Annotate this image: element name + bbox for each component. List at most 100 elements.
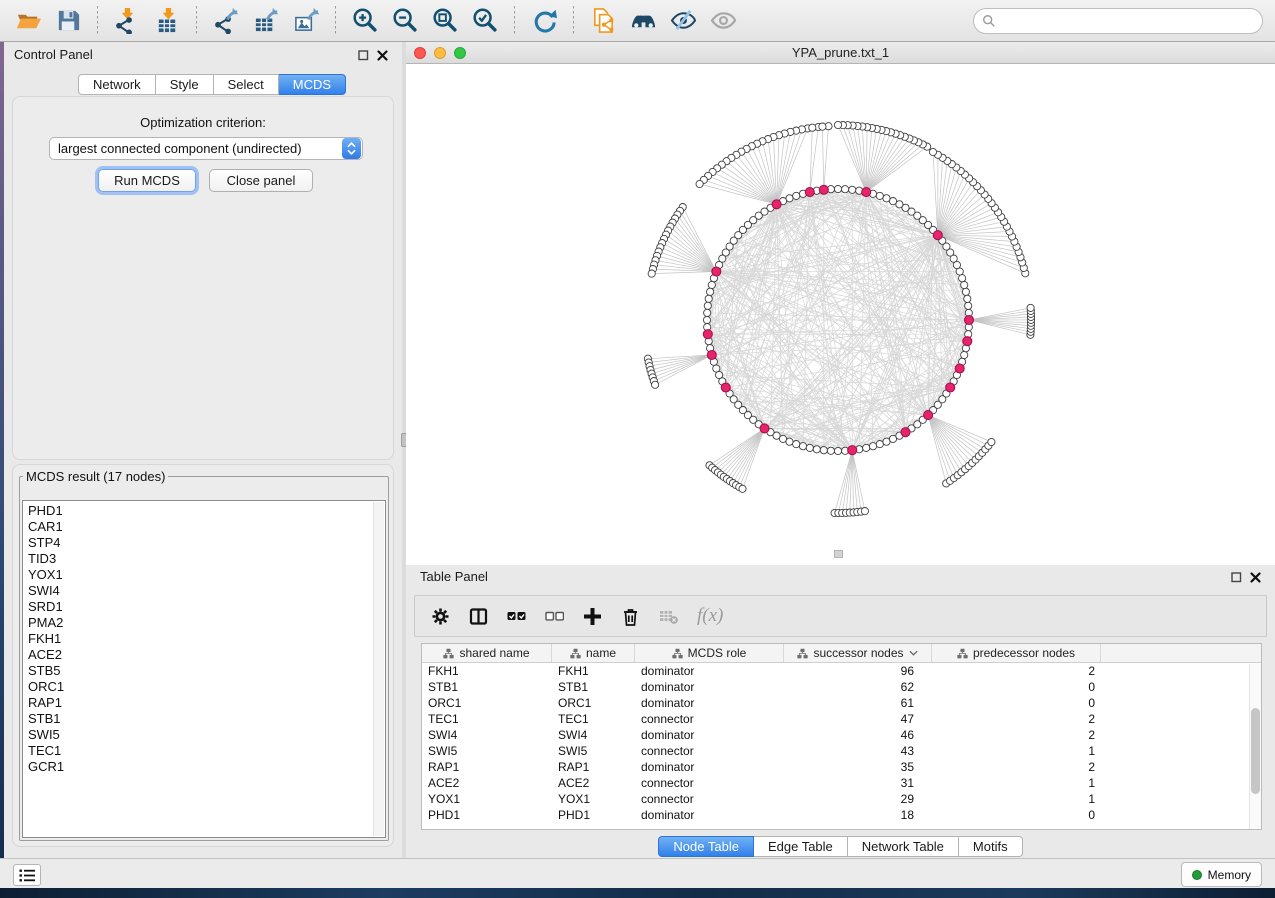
table-row[interactable]: SWI4SWI4dominator462 — [422, 727, 1261, 743]
table-cell[interactable]: 62 — [784, 680, 932, 694]
apply-layout-icon[interactable] — [529, 6, 559, 36]
table-cell[interactable]: dominator — [635, 728, 784, 742]
table-cell[interactable]: 1 — [932, 776, 1101, 790]
mcds-result-item[interactable]: TEC1 — [28, 743, 385, 759]
maximize-window-icon[interactable] — [454, 47, 466, 59]
minimize-window-icon[interactable] — [434, 47, 446, 59]
mcds-result-item[interactable]: PHD1 — [28, 503, 385, 519]
mcds-result-list[interactable]: PHD1CAR1STP4TID3YOX1SWI4SRD1PMA2FKH1ACE2… — [22, 500, 386, 838]
close-table-panel-icon[interactable] — [1250, 572, 1261, 583]
table-cell[interactable]: dominator — [635, 664, 784, 678]
table-cell[interactable]: 35 — [784, 760, 932, 774]
task-history-button[interactable] — [13, 864, 41, 886]
mcds-result-item[interactable]: ACE2 — [28, 647, 385, 663]
table-row[interactable]: YOX1YOX1connector291 — [422, 791, 1261, 807]
table-row[interactable]: ORC1ORC1dominator610 — [422, 695, 1261, 711]
table-row[interactable]: FKH1FKH1dominator962 — [422, 663, 1261, 679]
table-cell[interactable]: connector — [635, 776, 784, 790]
table-cell[interactable]: 2 — [932, 712, 1101, 726]
open-file-icon[interactable] — [13, 6, 43, 36]
search-network-icon[interactable] — [628, 6, 658, 36]
table-cell[interactable]: 18 — [784, 808, 932, 822]
table-cell[interactable]: FKH1 — [422, 664, 552, 678]
table-cell[interactable]: ORC1 — [552, 696, 635, 710]
table-cell[interactable]: RAP1 — [552, 760, 635, 774]
mcds-result-item[interactable]: YOX1 — [28, 567, 385, 583]
column-header-predecessor-nodes[interactable]: predecessor nodes — [932, 644, 1101, 662]
mcds-result-item[interactable]: STB5 — [28, 663, 385, 679]
table-cell[interactable]: 1 — [932, 744, 1101, 758]
table-cell[interactable]: TEC1 — [552, 712, 635, 726]
close-panel-button[interactable]: Close panel — [209, 169, 313, 192]
column-header-successor-nodes[interactable]: successor nodes — [784, 644, 932, 662]
tab-mcds[interactable]: MCDS — [279, 74, 346, 95]
table-cell[interactable]: 2 — [932, 760, 1101, 774]
column-header-shared-name[interactable]: shared name — [422, 644, 552, 662]
table-cell[interactable]: ORC1 — [422, 696, 552, 710]
show-columns-icon[interactable] — [469, 605, 488, 627]
table-cell[interactable]: dominator — [635, 760, 784, 774]
deselect-all-icon[interactable] — [545, 605, 564, 627]
mcds-result-item[interactable]: SRD1 — [28, 599, 385, 615]
table-cell[interactable]: YOX1 — [552, 792, 635, 806]
optimization-criterion-select[interactable]: largest connected component (undirected) — [49, 137, 363, 160]
float-table-panel-icon[interactable] — [1231, 572, 1242, 583]
table-mode-gear-icon[interactable] — [431, 605, 450, 627]
table-scrollbar-thumb[interactable] — [1251, 708, 1260, 794]
table-cell[interactable]: 43 — [784, 744, 932, 758]
column-header-name[interactable]: name — [552, 644, 635, 662]
duplicate-network-icon[interactable] — [588, 6, 618, 36]
tab-select[interactable]: Select — [214, 74, 279, 95]
table-cell[interactable]: YOX1 — [422, 792, 552, 806]
mcds-result-item[interactable]: STB1 — [28, 711, 385, 727]
table-cell[interactable]: dominator — [635, 680, 784, 694]
export-table-icon[interactable] — [251, 6, 281, 36]
table-cell[interactable]: dominator — [635, 696, 784, 710]
tab-network[interactable]: Network — [78, 74, 156, 95]
mcds-result-item[interactable]: STP4 — [28, 535, 385, 551]
float-panel-icon[interactable] — [358, 50, 369, 61]
table-cell[interactable]: SWI4 — [552, 728, 635, 742]
table-cell[interactable]: 1 — [932, 792, 1101, 806]
network-scroll-grip[interactable] — [834, 550, 843, 558]
table-cell[interactable]: SWI5 — [422, 744, 552, 758]
run-mcds-button[interactable]: Run MCDS — [98, 169, 196, 192]
column-header-MCDS-role[interactable]: MCDS role — [635, 644, 784, 662]
table-tab-node-table[interactable]: Node Table — [658, 836, 754, 857]
mcds-result-item[interactable]: FKH1 — [28, 631, 385, 647]
table-cell[interactable]: 0 — [932, 680, 1101, 694]
search-box[interactable] — [973, 8, 1263, 34]
table-cell[interactable]: SWI5 — [552, 744, 635, 758]
zoom-in-icon[interactable] — [350, 6, 380, 36]
mcds-result-item[interactable]: RAP1 — [28, 695, 385, 711]
table-cell[interactable]: 0 — [932, 808, 1101, 822]
table-cell[interactable]: 47 — [784, 712, 932, 726]
tab-style[interactable]: Style — [156, 74, 214, 95]
table-cell[interactable]: 0 — [932, 696, 1101, 710]
table-cell[interactable]: SWI4 — [422, 728, 552, 742]
table-cell[interactable]: PHD1 — [422, 808, 552, 822]
table-cell[interactable]: STB1 — [552, 680, 635, 694]
table-cell[interactable]: 61 — [784, 696, 932, 710]
table-row[interactable]: STB1STB1dominator620 — [422, 679, 1261, 695]
table-cell[interactable]: 31 — [784, 776, 932, 790]
search-input[interactable] — [1002, 13, 1254, 30]
memory-button[interactable]: Memory — [1181, 862, 1262, 887]
table-cell[interactable]: 29 — [784, 792, 932, 806]
table-cell[interactable]: connector — [635, 712, 784, 726]
table-cell[interactable]: 2 — [932, 728, 1101, 742]
mcds-result-item[interactable]: TID3 — [28, 551, 385, 567]
table-tab-edge-table[interactable]: Edge Table — [754, 836, 848, 857]
mcds-result-item[interactable]: ORC1 — [28, 679, 385, 695]
table-cell[interactable]: ACE2 — [422, 776, 552, 790]
table-cell[interactable]: TEC1 — [422, 712, 552, 726]
table-cell[interactable]: RAP1 — [422, 760, 552, 774]
table-cell[interactable]: connector — [635, 744, 784, 758]
table-scrollbar[interactable] — [1249, 664, 1261, 829]
table-cell[interactable]: connector — [635, 792, 784, 806]
table-row[interactable]: TEC1TEC1connector472 — [422, 711, 1261, 727]
table-cell[interactable]: 46 — [784, 728, 932, 742]
table-cell[interactable]: FKH1 — [552, 664, 635, 678]
table-row[interactable]: RAP1RAP1dominator352 — [422, 759, 1261, 775]
mcds-result-item[interactable]: GCR1 — [28, 759, 385, 775]
